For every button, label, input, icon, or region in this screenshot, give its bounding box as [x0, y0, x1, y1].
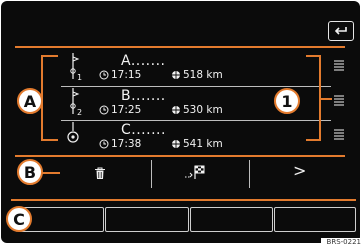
stop-name: B....... [121, 88, 166, 104]
stop-time-value: 17:15 [111, 69, 142, 81]
stop-name: C....... [121, 122, 166, 138]
route-flag-icon[interactable] [184, 164, 206, 180]
stop-distance: 518 km [171, 69, 223, 81]
stop-time: 17:15 [99, 69, 141, 81]
figure: 1 A....... 17:15 518 km 2 B....... 17:25… [0, 0, 363, 247]
stop-index: 1 [77, 73, 83, 82]
stop-distance: 541 km [171, 138, 223, 150]
drag-handle-icon[interactable] [333, 94, 345, 106]
callout-a: A [17, 88, 43, 114]
callout-c: C [6, 206, 32, 232]
stop-distance: 530 km [171, 104, 223, 116]
back-arrow-icon [334, 27, 347, 35]
stop-index: 2 [77, 108, 83, 117]
stop-distance-value: 541 km [183, 138, 223, 150]
top-accent-line [15, 46, 345, 48]
chevron-right-icon[interactable]: > [293, 161, 306, 180]
callout-1: 1 [274, 88, 300, 114]
figure-credit: BRS-0221 [321, 238, 363, 247]
bottom-button-2[interactable] [105, 207, 189, 232]
bottom-button-3[interactable] [190, 207, 273, 232]
action-separator [151, 160, 152, 188]
actions-accent-line [15, 155, 345, 157]
stop-distance-value: 530 km [183, 104, 223, 116]
stop-time-value: 17:38 [111, 138, 142, 150]
clock-icon [99, 105, 109, 115]
stop-time-value: 17:25 [111, 104, 142, 116]
back-button[interactable] [328, 21, 354, 41]
bottom-button-4[interactable] [274, 207, 356, 232]
globe-icon [172, 106, 180, 114]
clock-icon [99, 139, 109, 149]
drag-handle-icon[interactable] [333, 128, 345, 140]
bottom-accent-line [11, 199, 356, 201]
stop-time: 17:25 [99, 104, 141, 116]
drag-handle-icon[interactable] [333, 59, 345, 71]
row-divider [61, 86, 331, 87]
stop-time: 17:38 [99, 138, 141, 150]
globe-icon [172, 140, 180, 148]
callout-b-line [40, 172, 60, 174]
callout-b: B [17, 159, 43, 185]
stop-distance-value: 518 km [183, 69, 223, 81]
trash-icon[interactable] [94, 167, 106, 180]
row-divider [61, 120, 331, 121]
action-separator [249, 160, 250, 188]
stop-name: A....... [121, 53, 166, 69]
globe-icon [172, 71, 180, 79]
clock-icon [99, 70, 109, 80]
